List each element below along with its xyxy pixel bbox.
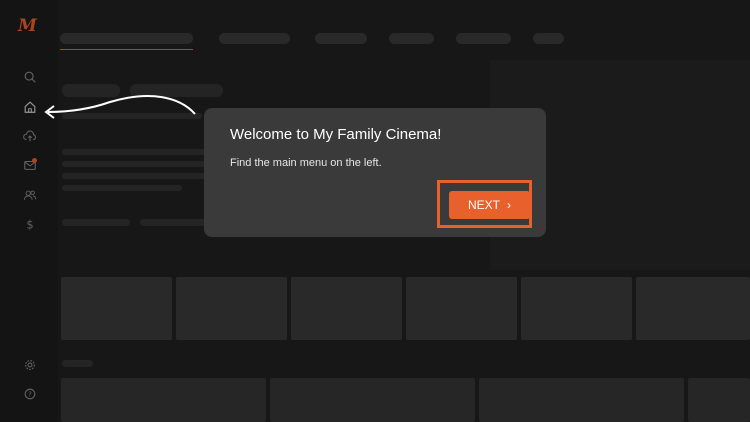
next-button[interactable]: NEXT › — [449, 191, 530, 219]
dialog-message: Find the main menu on the left. — [230, 157, 382, 169]
next-button-label: NEXT — [467, 198, 500, 212]
dialog-title: Welcome to My Family Cinema! — [230, 126, 442, 143]
welcome-dialog: Welcome to My Family Cinema! Find the ma… — [204, 108, 546, 237]
pointer-arrow-icon — [44, 95, 196, 119]
chevron-right-icon: › — [507, 198, 511, 212]
